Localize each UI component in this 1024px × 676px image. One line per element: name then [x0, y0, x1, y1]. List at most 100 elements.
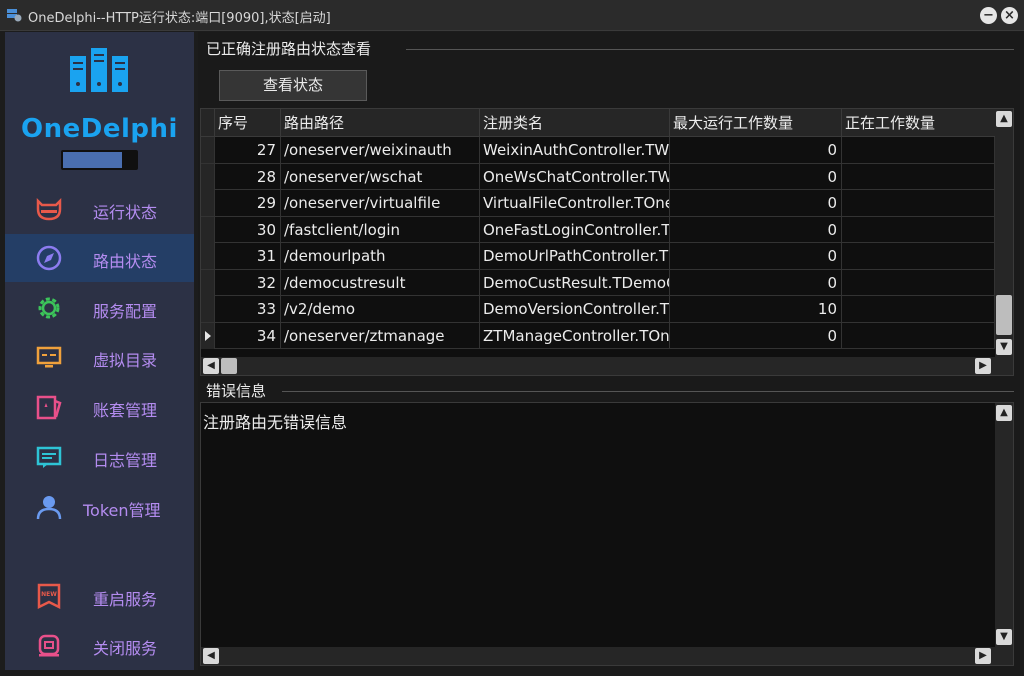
- cell-id[interactable]: 34: [215, 322, 281, 349]
- nav-item-stop-service[interactable]: 关闭服务: [5, 621, 194, 669]
- row-indicator[interactable]: [201, 216, 215, 243]
- row-indicator[interactable]: [201, 269, 215, 296]
- cell-path[interactable]: /oneserver/virtualfile: [281, 190, 480, 216]
- cell-id[interactable]: 29: [215, 190, 281, 216]
- svg-text:NEW: NEW: [41, 591, 57, 598]
- view-status-button[interactable]: 查看状态: [219, 70, 367, 101]
- scroll-down-icon[interactable]: ▼: [996, 629, 1012, 645]
- header-id[interactable]: 序号: [215, 109, 281, 137]
- cell-id[interactable]: 28: [215, 163, 281, 190]
- cell-class[interactable]: ZTManageController.TOneZTManageControlle…: [480, 322, 670, 349]
- table-row[interactable]: 27/oneserver/weixinauth WeixinAuthControl…: [201, 137, 995, 164]
- cell-id[interactable]: 32: [215, 269, 281, 296]
- table-row[interactable]: 34/oneserver/ztmanage ZTManageController.…: [201, 322, 995, 349]
- cell-id[interactable]: 30: [215, 216, 281, 243]
- cell-path[interactable]: /oneserver/ztmanage: [281, 322, 480, 349]
- logo-text: OneDelphi: [21, 114, 178, 144]
- cell-max[interactable]: 10: [670, 296, 842, 322]
- route-grid[interactable]: 序号 路由路径 注册类名 最大运行工作数量 正在工作数量 27/oneserve…: [200, 108, 1014, 376]
- memo-horizontal-scrollbar[interactable]: ◀ ▶: [201, 647, 1013, 665]
- cell-path[interactable]: /oneserver/wschat: [281, 163, 480, 190]
- window-title: OneDelphi--HTTP运行状态:端口[9090],状态[启动]: [28, 11, 331, 26]
- table-row[interactable]: 28/oneserver/wschat OneWsChatController.T…: [201, 163, 995, 190]
- scroll-right-icon[interactable]: ▶: [975, 648, 991, 664]
- cell-working[interactable]: [842, 163, 995, 190]
- table-row[interactable]: 33/v2/demoDemoVersionController.TDemoVer…: [201, 296, 995, 323]
- cell-working[interactable]: [842, 137, 995, 163]
- cell-path[interactable]: /v2/demo: [281, 296, 480, 322]
- scroll-right-icon[interactable]: ▶: [975, 358, 991, 374]
- cell-max[interactable]: 0: [670, 163, 842, 190]
- scroll-left-icon[interactable]: ◀: [203, 358, 219, 374]
- message-icon: [36, 446, 62, 468]
- cell-working[interactable]: [842, 269, 995, 296]
- server-logo-icon: [70, 48, 128, 92]
- cell-class[interactable]: DemoUrlPathController.TDemoUrlPathContro…: [480, 243, 670, 269]
- user-icon: [36, 496, 62, 520]
- hscroll-thumb[interactable]: [221, 358, 237, 374]
- cell-max[interactable]: 0: [670, 216, 842, 243]
- app-icon: [7, 9, 22, 22]
- header-path[interactable]: 路由路径: [281, 109, 480, 137]
- cell-working[interactable]: [842, 190, 995, 216]
- cell-path[interactable]: /oneserver/weixinauth: [281, 137, 480, 163]
- header-max[interactable]: 最大运行工作数量: [670, 109, 842, 137]
- section-divider: [282, 391, 1014, 392]
- cell-max[interactable]: 0: [670, 322, 842, 349]
- cell-max[interactable]: 0: [670, 269, 842, 296]
- nav-item-route-status[interactable]: 路由状态: [5, 234, 194, 282]
- table-row[interactable]: 31/demourlpathDemoUrlPathController.TDem…: [201, 243, 995, 270]
- close-button[interactable]: ×: [1001, 7, 1018, 24]
- nav-item-account-manage[interactable]: 账套管理: [5, 383, 194, 431]
- row-indicator[interactable]: [201, 296, 215, 322]
- nav-item-restart-service[interactable]: NEW 重启服务: [5, 572, 194, 620]
- table-row[interactable]: 30/fastclient/login OneFastLoginControlle…: [201, 216, 995, 243]
- table-row[interactable]: 32/democustresultDemoCustResult.TDemoCus…: [201, 269, 995, 296]
- nav-label: 服务配置: [93, 302, 158, 321]
- header-working[interactable]: 正在工作数量: [842, 109, 995, 137]
- gear-icon: [38, 297, 60, 319]
- grid-horizontal-scrollbar[interactable]: ◀ ▶: [201, 357, 1013, 375]
- scroll-up-icon[interactable]: ▲: [996, 111, 1012, 127]
- cell-path[interactable]: /democustresult: [281, 269, 480, 296]
- cell-class[interactable]: OneFastLoginController.TFastLoginControl…: [480, 216, 670, 243]
- scroll-up-icon[interactable]: ▲: [996, 405, 1012, 421]
- row-indicator[interactable]: [201, 243, 215, 269]
- cell-working[interactable]: [842, 216, 995, 243]
- cell-max[interactable]: 0: [670, 190, 842, 216]
- memo-vertical-scrollbar[interactable]: ▲ ▼: [995, 403, 1013, 647]
- scroll-down-icon[interactable]: ▼: [996, 339, 1012, 355]
- cell-working[interactable]: [842, 296, 995, 322]
- scroll-left-icon[interactable]: ◀: [203, 648, 219, 664]
- nav-item-token-manage[interactable]: Token管理: [5, 483, 194, 531]
- cell-id[interactable]: 31: [215, 243, 281, 269]
- cell-max[interactable]: 0: [670, 137, 842, 163]
- nav-item-virtual-dir[interactable]: 虚拟目录: [5, 333, 194, 381]
- cell-class[interactable]: OneWsChatController.TWsChatController: [480, 163, 670, 190]
- cell-path[interactable]: /fastclient/login: [281, 216, 480, 243]
- table-row[interactable]: 29/oneserver/virtualfile VirtualFileContr…: [201, 190, 995, 217]
- cell-class[interactable]: VirtualFileController.TOneVirtualFileCon…: [480, 190, 670, 216]
- row-indicator[interactable]: [201, 163, 215, 190]
- cell-class[interactable]: DemoCustResult.TDemoCustResultController: [480, 269, 670, 296]
- error-memo[interactable]: 注册路由无错误信息 ▲ ▼ ◀ ▶: [200, 402, 1014, 666]
- nav-item-service-config[interactable]: 服务配置: [5, 284, 194, 332]
- scroll-thumb[interactable]: [996, 295, 1012, 335]
- row-indicator[interactable]: [201, 322, 215, 349]
- row-indicator[interactable]: [201, 190, 215, 216]
- row-indicator[interactable]: [201, 137, 215, 163]
- cell-class[interactable]: WeixinAuthController.TWeixinAuthControll…: [480, 137, 670, 163]
- header-class[interactable]: 注册类名: [480, 109, 670, 137]
- cell-class[interactable]: DemoVersionController.TDemoVersionContro…: [480, 296, 670, 322]
- cell-id[interactable]: 27: [215, 137, 281, 163]
- cell-max[interactable]: 0: [670, 243, 842, 269]
- minimize-button[interactable]: −: [980, 7, 997, 24]
- nav-item-log-manage[interactable]: 日志管理: [5, 433, 194, 481]
- cell-path[interactable]: /demourlpath: [281, 243, 480, 269]
- cell-id[interactable]: 33: [215, 296, 281, 322]
- cell-working[interactable]: [842, 243, 995, 269]
- nav-item-run-status[interactable]: 运行状态: [5, 185, 194, 233]
- grid-vertical-scrollbar[interactable]: ▲ ▼: [995, 109, 1013, 357]
- nav-label: 关闭服务: [93, 639, 158, 658]
- cell-working[interactable]: [842, 322, 995, 349]
